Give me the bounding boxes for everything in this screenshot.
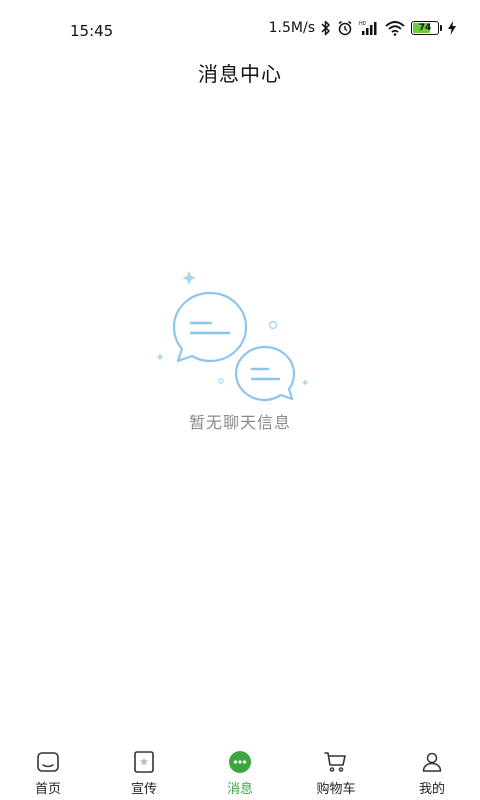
promotion-icon — [134, 751, 154, 773]
battery-icon: 74 — [411, 21, 442, 35]
tab-profile-label: 我的 — [418, 782, 445, 797]
status-time: 15:45 — [70, 22, 114, 40]
network-speed: 1.5M/s — [268, 20, 315, 36]
home-icon — [37, 752, 59, 772]
battery-tip — [440, 25, 442, 31]
chat-bubbles-icon — [156, 271, 309, 402]
battery-level: 74 — [418, 23, 432, 33]
tab-messages-label: 消息 — [226, 782, 253, 797]
status-icons: 1.5M/s HD 74 — [269, 20, 456, 36]
cart-icon — [324, 752, 346, 772]
tab-messages[interactable]: 消息 — [192, 740, 288, 797]
tab-cart[interactable]: 购物车 — [288, 740, 384, 797]
svg-text:HD: HD — [359, 21, 367, 27]
bluetooth-icon — [321, 20, 331, 36]
bottom-tab-bar: 首页 宣传 消息 购物车 我的 — [0, 740, 480, 800]
wifi-icon — [385, 20, 405, 36]
hd-signal-icon: HD — [359, 20, 379, 36]
empty-message: 暂无聊天信息 — [188, 413, 291, 432]
status-bar: 15:45 1.5M/s HD 74 — [0, 0, 480, 56]
alarm-icon — [337, 20, 353, 36]
charging-icon — [448, 21, 456, 35]
tab-profile[interactable]: 我的 — [384, 740, 480, 797]
tab-home-label: 首页 — [34, 782, 61, 797]
tab-home[interactable]: 首页 — [0, 740, 96, 797]
tab-promotion[interactable]: 宣传 — [96, 740, 192, 797]
battery-body: 74 — [411, 21, 439, 35]
tab-cart-label: 购物车 — [316, 782, 356, 797]
tab-promotion-label: 宣传 — [130, 782, 157, 797]
message-icon — [229, 751, 251, 773]
page-title: 消息中心 — [198, 62, 282, 86]
profile-icon — [422, 752, 442, 772]
empty-state: 暂无聊天信息 — [0, 265, 480, 433]
